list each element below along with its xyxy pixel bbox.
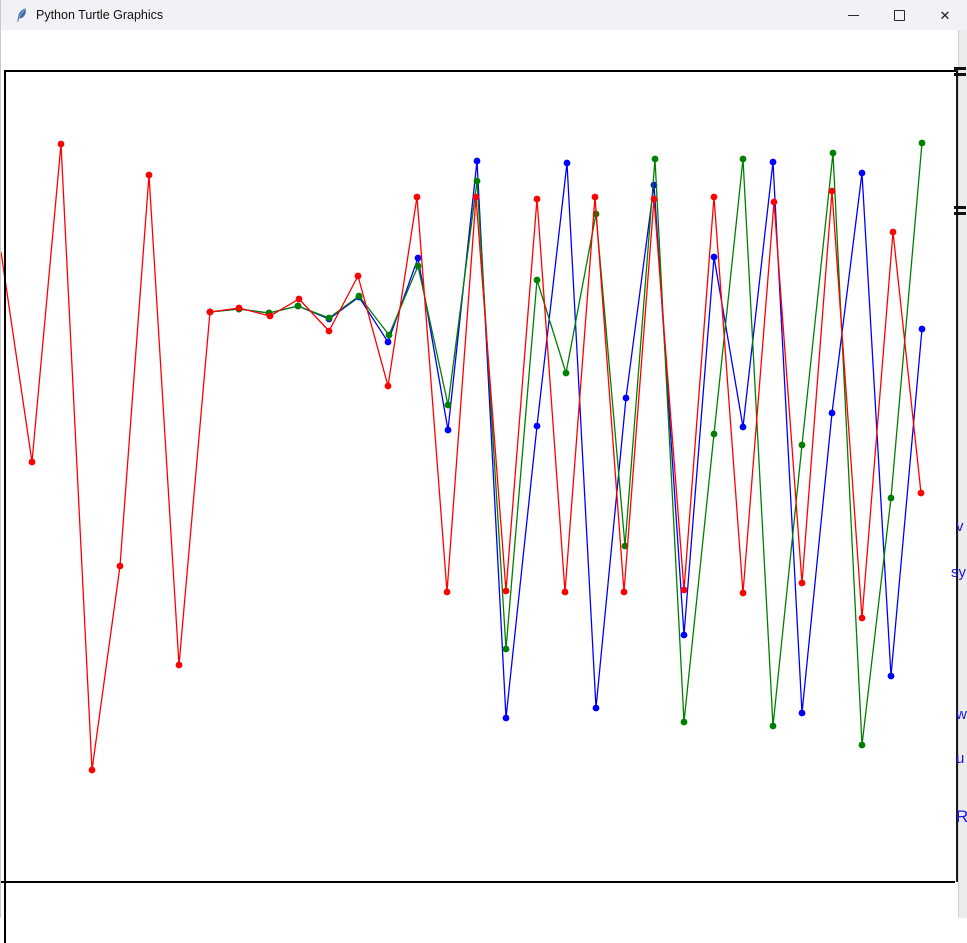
equals-bar <box>954 206 966 209</box>
red-trajectory-dot <box>146 172 153 179</box>
red-trajectory-dot <box>326 328 333 335</box>
red-trajectory-dot <box>740 590 747 597</box>
edge-equals-mark <box>954 206 966 218</box>
edge-clipped-text: R <box>956 808 967 825</box>
red-trajectory-dot <box>592 194 599 201</box>
blue-trajectory-dot <box>919 326 926 333</box>
red-trajectory-dot <box>89 767 96 774</box>
red-trajectory-dot <box>296 296 303 303</box>
edge-clipped-text: sy <box>951 565 966 580</box>
blue-trajectory-dot <box>740 424 747 431</box>
red-trajectory-dot <box>621 589 628 596</box>
blue-trajectory-dot <box>888 673 895 680</box>
equals-bar <box>954 67 966 70</box>
green-trajectory-dot <box>534 277 541 284</box>
blue-trajectory-dot <box>564 160 571 167</box>
equals-bar <box>954 73 966 76</box>
blue-trajectory-dot <box>770 159 777 166</box>
blue-trajectory-dot <box>711 254 718 261</box>
red-trajectory-dot <box>534 196 541 203</box>
red-trajectory-dot <box>711 194 718 201</box>
green-trajectory-dot <box>295 303 302 310</box>
red-trajectory-dot <box>829 188 836 195</box>
red-trajectory-dot <box>355 273 362 280</box>
blue-trajectory-dot <box>385 339 392 346</box>
red-trajectory-dot <box>771 199 778 206</box>
green-trajectory-dot <box>830 150 837 157</box>
minimize-button[interactable] <box>830 0 876 30</box>
blue-trajectory-dot <box>623 395 630 402</box>
red-trajectory-dot <box>385 383 392 390</box>
turtle-graphics-window: { "window": { "title": "Python Turtle Gr… <box>0 0 967 918</box>
blue-trajectory-dot <box>445 427 452 434</box>
green-trajectory-dot <box>799 442 806 449</box>
red-trajectory-dot <box>473 194 480 201</box>
edge-clipped-text: w <box>956 707 967 722</box>
blue-trajectory-dot <box>829 410 836 417</box>
green-trajectory-dot <box>652 156 659 163</box>
green-trajectory-line <box>210 143 922 745</box>
green-trajectory-dot <box>503 646 510 653</box>
blue-trajectory-dot <box>681 632 688 639</box>
edge-clipped-text: u <box>956 751 964 766</box>
green-trajectory-dot <box>326 315 333 322</box>
blue-trajectory-dot <box>593 705 600 712</box>
green-trajectory-dot <box>356 293 363 300</box>
green-trajectory-dot <box>919 140 926 147</box>
red-trajectory-dot <box>176 662 183 669</box>
blue-trajectory-dot <box>859 170 866 177</box>
frame-top-line <box>4 70 957 72</box>
red-trajectory-dot <box>58 141 65 148</box>
green-trajectory-dot <box>711 431 718 438</box>
blue-trajectory-line <box>210 161 922 718</box>
red-trajectory-dot <box>267 313 274 320</box>
red-trajectory-dot <box>444 589 451 596</box>
green-trajectory-dot <box>681 719 688 726</box>
green-trajectory-dot <box>415 263 422 270</box>
close-icon: ✕ <box>940 9 951 22</box>
blue-trajectory-dot <box>474 158 481 165</box>
blue-trajectory-dot <box>799 710 806 717</box>
red-trajectory-dot <box>918 490 925 497</box>
green-trajectory-dot <box>386 332 393 339</box>
minimize-icon <box>848 15 859 16</box>
red-trajectory-dot <box>890 229 897 236</box>
red-trajectory-dot <box>207 309 214 316</box>
close-button[interactable]: ✕ <box>922 0 967 30</box>
red-trajectory-dot <box>503 588 510 595</box>
green-trajectory-dot <box>563 370 570 377</box>
red-trajectory-dot <box>681 587 688 594</box>
equals-bar <box>954 212 966 215</box>
green-trajectory-dot <box>859 742 866 749</box>
window-title: Python Turtle Graphics <box>36 8 163 22</box>
red-trajectory-dot <box>414 194 421 201</box>
window-right-edge-strip <box>958 30 967 918</box>
red-trajectory-dot <box>117 563 124 570</box>
edge-equals-mark <box>954 67 966 79</box>
tk-feather-icon <box>13 7 29 23</box>
green-trajectory-dot <box>445 402 452 409</box>
maximize-icon <box>894 10 905 21</box>
red-trajectory-dot <box>859 615 866 622</box>
red-trajectory-dot <box>29 459 36 466</box>
red-trajectory-dot <box>236 305 243 312</box>
edge-clipped-text: v <box>956 519 964 534</box>
green-trajectory-dot <box>888 495 895 502</box>
green-trajectory-dot <box>770 723 777 730</box>
maximize-button[interactable] <box>876 0 922 30</box>
blue-trajectory-dot <box>534 423 541 430</box>
red-trajectory-line <box>1 144 921 770</box>
green-trajectory-dot <box>474 178 481 185</box>
red-trajectory-dot <box>562 589 569 596</box>
blue-trajectory-dot <box>415 255 422 262</box>
red-trajectory-dot <box>799 580 806 587</box>
blue-trajectory-dot <box>503 715 510 722</box>
frame-left-line <box>4 70 6 943</box>
title-bar: Python Turtle Graphics ✕ <box>1 0 967 30</box>
red-trajectory-dot <box>651 196 658 203</box>
turtle-canvas <box>1 0 967 918</box>
green-trajectory-dot <box>740 156 747 163</box>
x-axis-line <box>1 881 955 883</box>
window-controls: ✕ <box>830 0 967 30</box>
